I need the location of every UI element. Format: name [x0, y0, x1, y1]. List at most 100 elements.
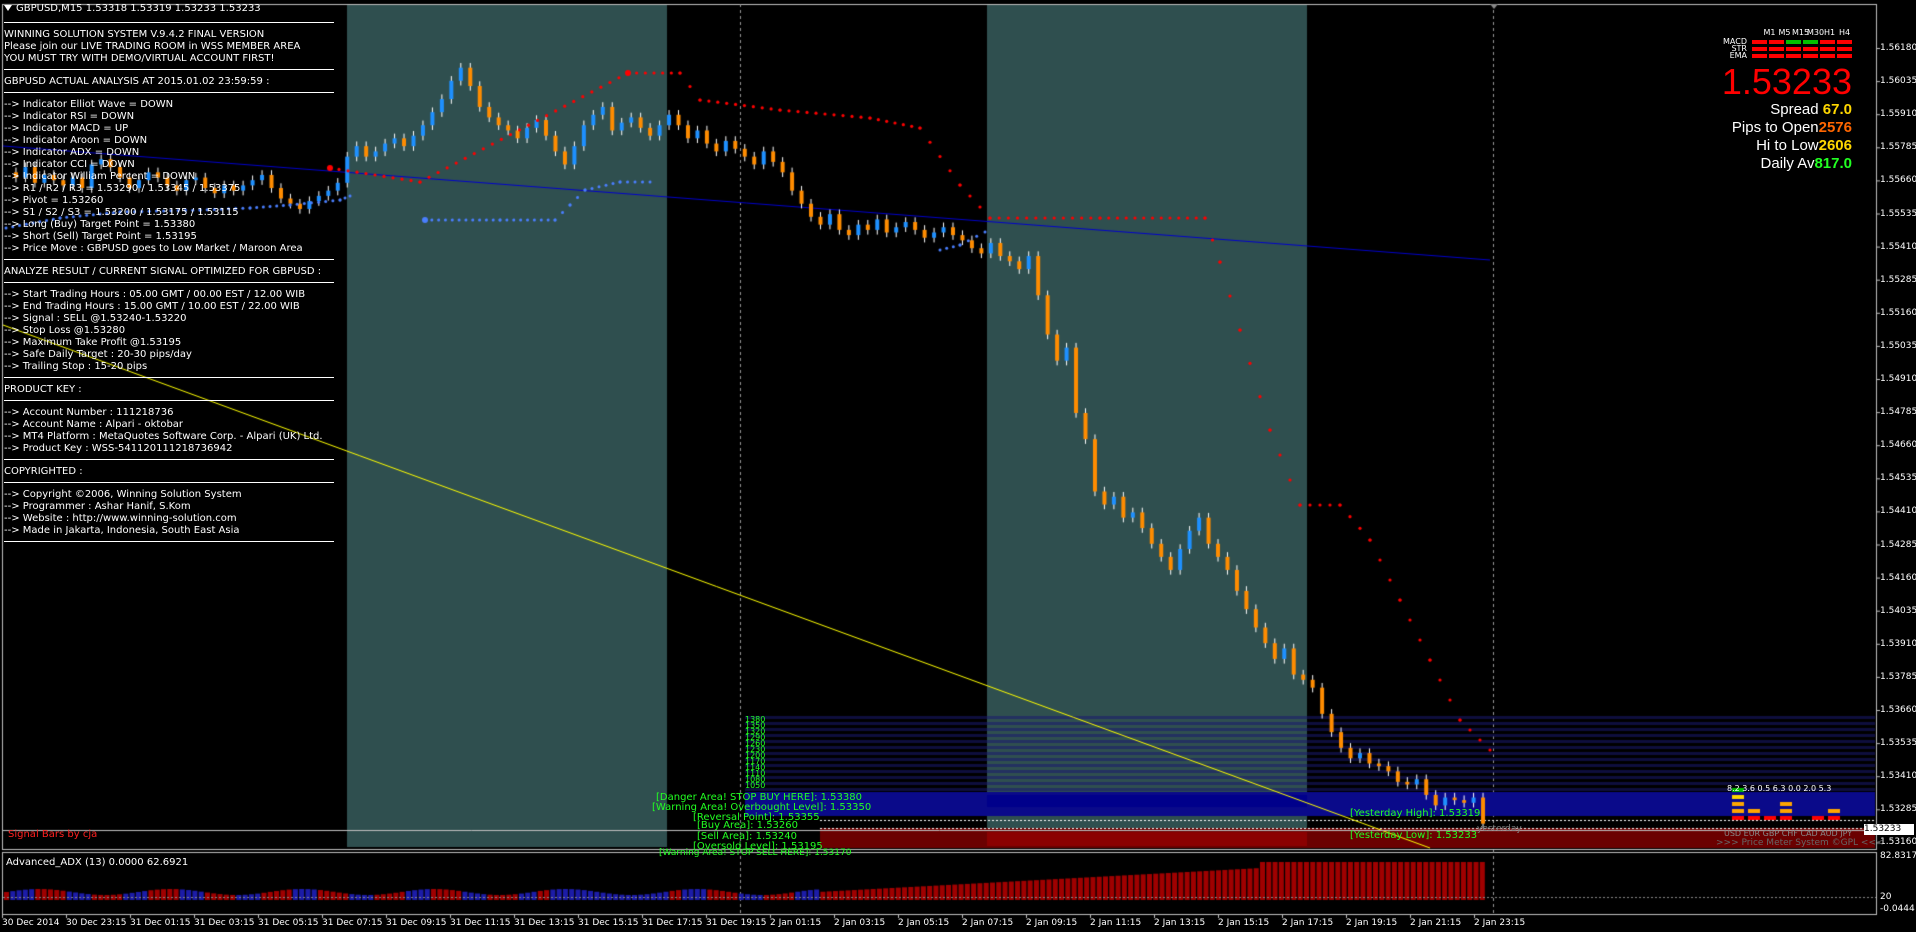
- price-axis-label: 1.55035: [1880, 340, 1916, 351]
- time-axis-label: 31 Dec 03:15: [194, 918, 255, 928]
- result-title: ANALYZE RESULT / CURRENT SIGNAL OPTIMIZE…: [4, 266, 322, 277]
- analysis-line: --> Indicator CCI = DOWN: [4, 159, 135, 170]
- divider: [4, 282, 334, 283]
- yesterday-high-label: [Yesterday High]: 1.53319: [1350, 808, 1481, 819]
- spread-label: Spread: [1770, 101, 1819, 118]
- meter-cell: [1820, 53, 1835, 58]
- time-axis-label: 2 Jan 15:15: [1218, 918, 1270, 928]
- price-axis-label: 1.54535: [1880, 473, 1916, 484]
- time-axis-label: 31 Dec 17:15: [642, 918, 703, 928]
- price-axis-label: 1.54660: [1880, 440, 1916, 451]
- info-panel: WINNING SOLUTION SYSTEM V.9.4.2 FINAL VE…: [4, 18, 334, 548]
- header-line: YOU MUST TRY WITH DEMO/VIRTUAL ACCOUNT F…: [4, 53, 275, 64]
- time-axis-label: 31 Dec 09:15: [386, 918, 447, 928]
- analysis-line: --> Indicator Aroon = DOWN: [4, 135, 148, 146]
- meter-cell: [1803, 53, 1818, 58]
- divider: [4, 69, 334, 70]
- divider: [4, 377, 334, 378]
- time-axis-label: 30 Dec 23:15: [66, 918, 127, 928]
- price-axis-label: 1.55535: [1880, 208, 1916, 219]
- result-line: --> Safe Daily Target : 20-30 pips/day: [4, 349, 192, 360]
- analysis-line: --> Indicator ADX = DOWN: [4, 147, 140, 158]
- divider: [4, 22, 334, 23]
- result-line: --> End Trading Hours : 15.00 GMT / 10.0…: [4, 301, 300, 312]
- analysis-title: GBPUSD ACTUAL ANALYSIS AT 2015.01.02 23:…: [4, 76, 270, 87]
- time-axis-label: 31 Dec 07:15: [322, 918, 383, 928]
- price-axis-label: 1.53285: [1880, 804, 1916, 815]
- price-axis-label: 1.53785: [1880, 671, 1916, 682]
- price-axis-label: 1.54910: [1880, 374, 1916, 384]
- analysis-line: --> S1 / S2 / S3 = 1.53200 / 1.53175 / 1…: [4, 207, 239, 218]
- buy-level-label: [Buy Area]: 1.53260: [697, 820, 799, 831]
- meter-cell: [1769, 46, 1784, 51]
- analysis-line: --> Price Move : GBPUSD goes to Low Mark…: [4, 243, 303, 254]
- price-axis-label: 1.55160: [1880, 307, 1916, 318]
- time-axis-label: 2 Jan 07:15: [962, 918, 1014, 928]
- signal-bars-label: Signal Bars by cja: [8, 829, 98, 840]
- meter-cell: [1786, 53, 1801, 58]
- timeframe-label: M5: [1778, 28, 1791, 37]
- price-axis-label: 1.55410: [1880, 241, 1916, 252]
- analysis-line: --> Pivot = 1.53260: [4, 195, 104, 206]
- analysis-line: --> Indicator William Percent = DOWN: [4, 171, 196, 182]
- divider: [4, 541, 334, 542]
- time-axis-label: 2 Jan 09:15: [1026, 918, 1078, 928]
- meter-cell: [1769, 39, 1784, 44]
- timeframe-label: M15: [1792, 28, 1810, 37]
- chart-title-text: GBPUSD,M15 1.53318 1.53319 1.53233 1.532…: [16, 3, 261, 14]
- result-line: --> Start Trading Hours : 05.00 GMT / 00…: [4, 289, 306, 300]
- result-line: --> Trailing Stop : 15-20 pips: [4, 361, 148, 372]
- time-axis-label: 2 Jan 19:15: [1346, 918, 1398, 928]
- daily-stat: Daily Av817.0: [1692, 155, 1852, 173]
- yesterday-label: yesterday: [1477, 824, 1522, 834]
- timeframe-label: H1: [1823, 28, 1836, 37]
- time-axis-label: 31 Dec 15:15: [578, 918, 639, 928]
- daily-value: 817.0: [1814, 155, 1852, 172]
- price-axis-label: 1.54285: [1880, 539, 1916, 550]
- timeframe-row: M1 M5 M15M30H1 H4: [1692, 28, 1852, 38]
- yesterday-low-label: [Yesterday Low]: 1.53233: [1350, 830, 1478, 841]
- timeframe-label: M1: [1763, 28, 1776, 37]
- time-axis-label: 2 Jan 03:15: [834, 918, 886, 928]
- analysis-line: --> Short (Sell) Target Point = 1.53195: [4, 231, 197, 242]
- meter-row: MACD: [1692, 38, 1852, 46]
- copyright-line: --> Copyright ©2006, Winning Solution Sy…: [4, 489, 242, 500]
- divider: [4, 482, 334, 483]
- spread-value: 67.0: [1822, 101, 1852, 118]
- meter-cell: [1837, 39, 1852, 44]
- header-line: WINNING SOLUTION SYSTEM V.9.4.2 FINAL VE…: [4, 29, 265, 40]
- time-axis-label: 31 Dec 13:15: [514, 918, 575, 928]
- warning-bottom-label: [Warning Area! STOP SELL HERE]: 1.53170: [659, 848, 852, 858]
- pivot-ladder-label: 1050: [745, 781, 766, 790]
- price-axis-label: 1.54785: [1880, 407, 1916, 418]
- adx-axis-min: -0.0444: [1880, 904, 1915, 914]
- meter-cell: [1837, 53, 1852, 58]
- divider: [4, 459, 334, 460]
- meter-cell: [1803, 46, 1818, 51]
- time-axis-label: 2 Jan 11:15: [1090, 918, 1142, 928]
- price-axis-label: 1.54035: [1880, 605, 1916, 616]
- copyright-line: --> Programmer : Ashar Hanif, S.Kom: [4, 501, 191, 512]
- time-axis-label: 2 Jan 21:15: [1410, 918, 1462, 928]
- pips-open-label: Pips to Open: [1731, 119, 1819, 136]
- pips-open-stat: Pips to Open2576: [1692, 119, 1852, 137]
- time-axis-label: 2 Jan 01:15: [770, 918, 822, 928]
- product-line: --> Account Number : 111218736: [4, 407, 174, 418]
- meter-cell: [1820, 46, 1835, 51]
- copyright-line: --> Website : http://www.winning-solutio…: [4, 513, 237, 524]
- adx-title: Advanced_ADX (13) 0.0000 62.6921: [6, 857, 189, 868]
- time-axis-label: 2 Jan 23:15: [1474, 918, 1526, 928]
- meter-row: EMA: [1692, 52, 1852, 60]
- header-line: Please join our LIVE TRADING ROOM in WSS…: [4, 41, 301, 52]
- price-axis-label: 1.55660: [1880, 175, 1916, 186]
- hi-low-stat: Hi to Low2606: [1692, 137, 1852, 155]
- copyright-line: --> Made in Jakarta, Indonesia, South Ea…: [4, 525, 240, 536]
- analysis-line: --> Long (Buy) Target Point = 1.53380: [4, 219, 196, 230]
- meter-cell: [1786, 46, 1801, 51]
- analysis-line: --> R1 / R2 / R3 = 1.53290 / 1.53345 / 1…: [4, 183, 241, 194]
- product-line: --> Product Key : WSS-541120111218736942: [4, 443, 233, 454]
- chevron-down-icon[interactable]: [4, 5, 12, 11]
- adx-axis-20: 20: [1880, 892, 1892, 902]
- divider: [4, 400, 334, 401]
- price-axis-label: 1.53535: [1880, 738, 1916, 749]
